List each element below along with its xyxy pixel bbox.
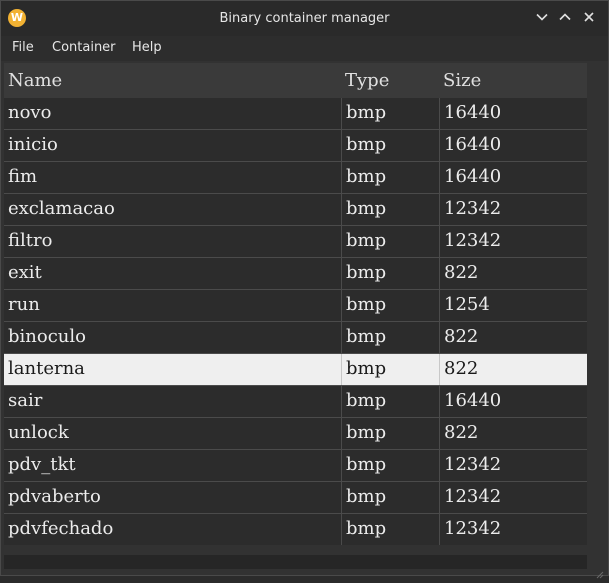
close-icon bbox=[584, 12, 594, 22]
table-row[interactable]: pdv_tkt bmp 12342 bbox=[4, 450, 587, 482]
resize-grip-icon[interactable] bbox=[596, 564, 604, 579]
column-header-name[interactable]: Name bbox=[4, 63, 341, 98]
table-row[interactable]: sair bmp 16440 bbox=[4, 386, 587, 418]
cell-name: filtro bbox=[8, 230, 53, 251]
cell-size: 16440 bbox=[439, 386, 587, 417]
horizontal-scrollbar[interactable] bbox=[4, 555, 587, 569]
table-row[interactable]: binoculo bmp 822 bbox=[4, 322, 587, 354]
cell-name: fim bbox=[8, 166, 38, 187]
column-header-size[interactable]: Size bbox=[439, 63, 587, 98]
close-button[interactable] bbox=[580, 9, 598, 27]
cell-type: bmp bbox=[341, 194, 439, 225]
cell-size: 16440 bbox=[439, 162, 587, 193]
cell-type: bmp bbox=[341, 130, 439, 161]
table-row[interactable]: filtro bmp 12342 bbox=[4, 226, 587, 258]
cell-name: pdvfechado bbox=[8, 518, 114, 539]
cell-name: lanterna bbox=[8, 358, 85, 379]
cell-name: novo bbox=[8, 102, 52, 123]
cell-name: binoculo bbox=[8, 326, 86, 347]
cell-size: 12342 bbox=[439, 450, 587, 481]
cell-size: 12342 bbox=[439, 482, 587, 513]
cell-size: 822 bbox=[439, 418, 587, 449]
cell-type: bmp bbox=[341, 514, 439, 545]
table-header: Name Type Size bbox=[4, 63, 587, 98]
chevron-up-icon bbox=[559, 13, 571, 21]
title-bar[interactable]: W Binary container manager bbox=[1, 1, 608, 36]
cell-type: bmp bbox=[341, 482, 439, 513]
cell-size: 16440 bbox=[439, 130, 587, 161]
table-row[interactable]: lanterna bmp 822 bbox=[4, 354, 587, 386]
table-row[interactable]: exclamacao bmp 12342 bbox=[4, 194, 587, 226]
cell-size: 822 bbox=[439, 258, 587, 289]
cell-name: exclamacao bbox=[8, 198, 115, 219]
window-title: Binary container manager bbox=[219, 11, 390, 26]
cell-type: bmp bbox=[341, 354, 439, 385]
cell-size: 12342 bbox=[439, 514, 587, 545]
cell-type: bmp bbox=[341, 226, 439, 257]
table-row[interactable]: inicio bmp 16440 bbox=[4, 130, 587, 162]
cell-type: bmp bbox=[341, 450, 439, 481]
cell-name: inicio bbox=[8, 134, 58, 155]
table-row[interactable]: run bmp 1254 bbox=[4, 290, 587, 322]
cell-type: bmp bbox=[341, 418, 439, 449]
table-row[interactable]: exit bmp 822 bbox=[4, 258, 587, 290]
cell-size: 16440 bbox=[439, 98, 587, 129]
table-row[interactable]: unlock bmp 822 bbox=[4, 418, 587, 450]
cell-name: unlock bbox=[8, 422, 69, 443]
cell-name: run bbox=[8, 294, 40, 315]
file-table[interactable]: Name Type Size novo bmp 16440 inicio bmp 1644… bbox=[4, 63, 587, 545]
cell-type: bmp bbox=[341, 386, 439, 417]
cell-type: bmp bbox=[341, 98, 439, 129]
table-row[interactable]: pdvfechado bmp 12342 bbox=[4, 514, 587, 545]
cell-name: pdvaberto bbox=[8, 486, 101, 507]
cell-name: exit bbox=[8, 262, 42, 283]
cell-size: 1254 bbox=[439, 290, 587, 321]
table-row[interactable]: fim bmp 16440 bbox=[4, 162, 587, 194]
cell-name: pdv_tkt bbox=[8, 454, 76, 475]
menu-file[interactable]: File bbox=[12, 36, 34, 61]
cell-type: bmp bbox=[341, 258, 439, 289]
cell-type: bmp bbox=[341, 322, 439, 353]
cell-size: 12342 bbox=[439, 194, 587, 225]
cell-type: bmp bbox=[341, 290, 439, 321]
column-header-type[interactable]: Type bbox=[341, 63, 439, 98]
table-row[interactable]: pdvaberto bmp 12342 bbox=[4, 482, 587, 514]
maximize-button[interactable] bbox=[556, 9, 574, 27]
menu-bar: File Container Help bbox=[1, 36, 608, 61]
cell-size: 12342 bbox=[439, 226, 587, 257]
cell-name: sair bbox=[8, 390, 43, 411]
menu-help[interactable]: Help bbox=[132, 36, 162, 61]
table-row[interactable]: novo bmp 16440 bbox=[4, 98, 587, 130]
menu-container[interactable]: Container bbox=[52, 36, 116, 61]
cell-size: 822 bbox=[439, 354, 587, 385]
minimize-button[interactable] bbox=[533, 9, 551, 27]
chevron-down-icon bbox=[536, 13, 548, 21]
cell-type: bmp bbox=[341, 162, 439, 193]
cell-size: 822 bbox=[439, 322, 587, 353]
